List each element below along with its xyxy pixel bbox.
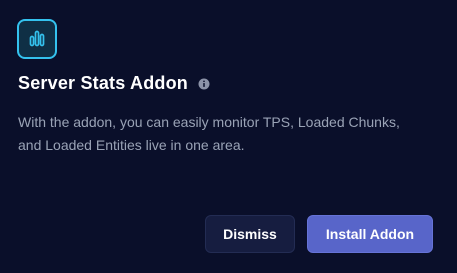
- addon-card: Server Stats Addon With the addon, you c…: [0, 0, 457, 273]
- addon-description: With the addon, you can easily monitor T…: [18, 114, 400, 153]
- addon-title: Server Stats Addon: [18, 73, 188, 93]
- dismiss-button[interactable]: Dismiss: [205, 215, 295, 253]
- info-icon[interactable]: [198, 78, 210, 90]
- bar-chart-icon: [17, 19, 57, 59]
- action-buttons: Dismiss Install Addon: [205, 215, 433, 253]
- install-addon-button[interactable]: Install Addon: [307, 215, 433, 253]
- title-row: Server Stats Addon: [18, 73, 210, 94]
